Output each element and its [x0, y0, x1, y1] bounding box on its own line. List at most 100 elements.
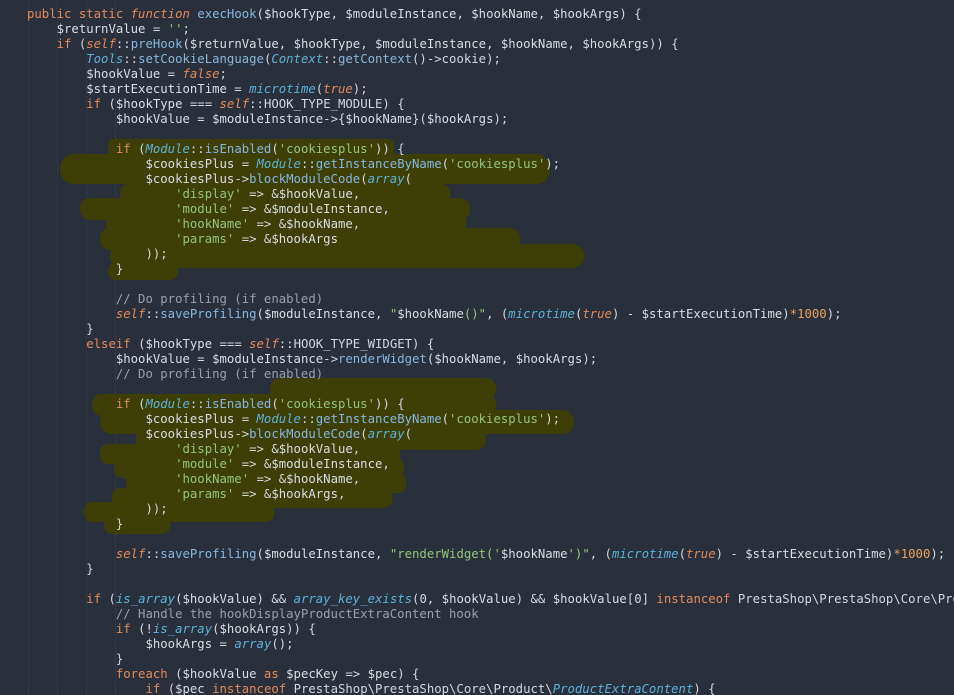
code-line[interactable]: }	[27, 322, 954, 337]
code-line[interactable]: $startExecutionTime = microtime(true);	[27, 82, 954, 97]
code-token: $hookType	[263, 7, 331, 21]
code-line[interactable]: $cookiesPlus->blockModuleCode(array(	[27, 427, 954, 442]
code-line[interactable]: }	[27, 562, 954, 577]
code-token: $hookName	[286, 472, 353, 486]
code-token: ,	[486, 37, 501, 51]
code-token: ,	[537, 7, 553, 21]
code-token: (	[256, 307, 264, 321]
code-token: $moduleInstance	[212, 112, 324, 126]
code-token: blockModuleCode	[249, 427, 361, 441]
code-token: $hookName	[345, 112, 413, 126]
code-line[interactable]: 'module' => &$moduleInstance,	[27, 457, 954, 472]
code-token: $hookValue	[552, 592, 627, 606]
code-token: ) {	[619, 7, 642, 21]
code-line[interactable]: elseif ($hookType === self::HOOK_TYPE_WI…	[27, 337, 954, 352]
code-token: => &	[249, 217, 287, 231]
code-token: ,	[567, 37, 583, 51]
code-line[interactable]: if (!is_array($hookArgs)) {	[27, 622, 954, 637]
code-token: $cookiesPlus	[145, 172, 235, 186]
code-line[interactable]: self::saveProfiling($moduleInstance, "re…	[27, 547, 954, 562]
code-token: blockModuleCode	[249, 172, 361, 186]
code-token: $hookName	[500, 37, 568, 51]
code-line[interactable]: $hookArgs = array();	[27, 637, 954, 652]
code-token: foreach	[115, 667, 176, 681]
code-line[interactable]: // Do profiling (if enabled)	[27, 292, 954, 307]
code-token: => &	[234, 457, 272, 471]
code-line[interactable]: if (Module::isEnabled('cookiesplus')) {	[27, 397, 954, 412]
code-token: if	[86, 97, 109, 111]
code-token: (	[271, 397, 279, 411]
code-token: instanceof	[656, 592, 738, 606]
code-token: );	[352, 82, 368, 96]
code-line[interactable]: 'params' => &$hookArgs	[27, 232, 954, 247]
code-line[interactable]: $returnValue = '';	[27, 22, 954, 37]
code-line[interactable]	[27, 277, 954, 292]
code-line[interactable]: }	[27, 262, 954, 277]
code-line[interactable]: $hookValue = false;	[27, 67, 954, 82]
code-token: (	[175, 592, 183, 606]
code-token: => &	[234, 202, 272, 216]
code-token: $hookValue	[86, 67, 161, 81]
code-line[interactable]: $cookiesPlus->blockModuleCode(array(	[27, 172, 954, 187]
code-token: , (	[589, 547, 612, 561]
code-line[interactable]: 'hookName' => &$hookName,	[27, 217, 954, 232]
code-token: }	[27, 517, 124, 531]
code-line[interactable]: self::saveProfiling($moduleInstance, "$h…	[27, 307, 954, 322]
code-line[interactable]: 'hookName' => &$hookName,	[27, 472, 954, 487]
code-line[interactable]: Tools::setCookieLanguage(Context::getCon…	[27, 52, 954, 67]
code-line[interactable]: if (self::preHook($returnValue, $hookTyp…	[27, 37, 954, 52]
code-token: $hookValue	[182, 592, 257, 606]
code-token: );	[582, 352, 598, 366]
code-token: ::	[145, 547, 161, 561]
code-line[interactable]: if ($hookType === self::HOOK_TYPE_MODULE…	[27, 97, 954, 112]
code-token: 'params'	[175, 232, 235, 246]
code-token: PrestaShop\PrestaShop\Core\Product	[737, 592, 954, 606]
code-line[interactable]: 'params' => &$hookArgs,	[27, 487, 954, 502]
code-line[interactable]: foreach ($hookValue as $pecKey => $pec) …	[27, 667, 954, 682]
code-token: 'display'	[175, 187, 242, 201]
code-token: $hookValue	[278, 187, 353, 201]
code-line[interactable]: }	[27, 652, 954, 667]
code-line[interactable]: 'display' => &$hookValue,	[27, 187, 954, 202]
code-line[interactable]: ));	[27, 247, 954, 262]
code-line[interactable]: public static function execHook($hookTyp…	[27, 7, 954, 22]
code-line[interactable]: // Handle the hookDisplayProductExtraCon…	[27, 607, 954, 622]
code-token: $hookArgs	[552, 7, 620, 21]
code-line[interactable]: 'display' => &$hookValue,	[27, 442, 954, 457]
code-line[interactable]: // Do profiling (if enabled)	[27, 367, 954, 382]
code-line[interactable]	[27, 127, 954, 142]
code-line[interactable]: if ($pec instanceof PrestaShop\PrestaSho…	[27, 682, 954, 695]
code-token: ProductExtraContent	[552, 682, 694, 695]
code-token: (0,	[412, 592, 442, 606]
code-token: (	[678, 547, 686, 561]
code-line[interactable]: $cookiesPlus = Module::getInstanceByName…	[27, 412, 954, 427]
code-token: ) {	[397, 667, 420, 681]
code-lines[interactable]: public static function execHook($hookTyp…	[0, 0, 954, 695]
code-line[interactable]: if (is_array($hookValue) && array_key_ex…	[27, 592, 954, 607]
code-token: $hookName	[434, 352, 501, 366]
code-token: );	[545, 157, 561, 171]
code-line[interactable]: 'module' => &$moduleInstance,	[27, 202, 954, 217]
code-token: => &	[241, 442, 279, 456]
code-line[interactable]: }	[27, 517, 954, 532]
code-token: =	[189, 352, 213, 366]
code-line[interactable]	[27, 382, 954, 397]
code-line[interactable]: $hookValue = $moduleInstance->renderWidg…	[27, 352, 954, 367]
code-line[interactable]: ));	[27, 502, 954, 517]
code-line[interactable]: $hookValue = $moduleInstance->{$hookName…	[27, 112, 954, 127]
code-token: $startExecutionTime	[641, 307, 783, 321]
code-line[interactable]: $cookiesPlus = Module::getInstanceByName…	[27, 157, 954, 172]
code-editor[interactable]: public static function execHook($hookTyp…	[0, 0, 954, 695]
code-token: ) &&	[256, 592, 294, 606]
code-line[interactable]: if (Module::isEnabled('cookiesplus')) {	[27, 142, 954, 157]
code-line[interactable]	[27, 532, 954, 547]
code-line[interactable]	[27, 577, 954, 592]
code-token: 'hookName'	[175, 217, 250, 231]
code-token: (	[404, 172, 413, 186]
